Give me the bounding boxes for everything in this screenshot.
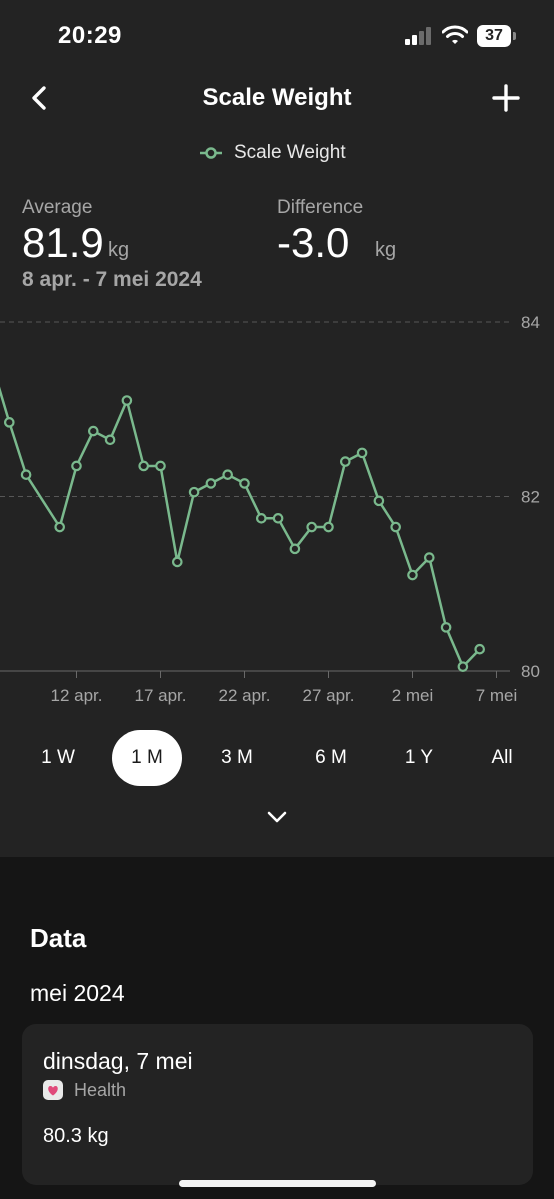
range-tabs: 1 W 1 M 3 M 6 M 1 Y All (0, 730, 554, 790)
entry-date: dinsdag, 7 mei (43, 1048, 193, 1074)
data-point (306, 521, 317, 533)
home-indicator[interactable] (179, 1180, 376, 1187)
status-time: 20:29 (58, 22, 122, 49)
range-tab-1m[interactable]: 1 M (112, 730, 182, 786)
plus-icon[interactable] (488, 80, 524, 116)
data-point (255, 513, 267, 524)
average-label: Average (22, 197, 93, 218)
range-tab-all[interactable]: All (466, 730, 538, 786)
data-point (239, 478, 250, 489)
y-tick-label: 82 (521, 488, 540, 507)
data-point (172, 556, 183, 568)
legend-label: Scale Weight (234, 142, 346, 163)
weight-line-chart[interactable]: 84 82 80 12 apr. 17 apr. 22 apr. 27 apr. 2 mei 7… (0, 300, 554, 720)
page-title: Scale Weight (202, 84, 352, 111)
data-point (457, 661, 469, 672)
difference-value: -3.0 (277, 219, 350, 266)
data-entry-card[interactable]: dinsdag, 7 mei Health 80.3 kg (22, 1024, 533, 1185)
data-point (356, 447, 368, 459)
y-tick-label: 80 (521, 662, 540, 681)
entry-value: 80.3 kg (43, 1125, 109, 1147)
x-tick-label: 27 apr. (303, 686, 355, 705)
data-point (339, 456, 351, 467)
legend-line-marker-icon (200, 147, 222, 159)
data-point (71, 460, 82, 472)
data-point (390, 521, 401, 533)
battery-level: 37 (485, 27, 503, 44)
data-point (155, 460, 166, 472)
data-point (104, 434, 116, 446)
data-point (88, 425, 99, 437)
data-point (272, 513, 284, 524)
data-point (138, 460, 149, 472)
data-point (4, 417, 15, 428)
data-point (20, 469, 32, 480)
date-range: 8 apr. - 7 mei 2024 (22, 268, 202, 291)
difference-unit: kg (375, 239, 397, 261)
x-tick-label: 17 apr. (135, 686, 187, 705)
average-value: 81.9 (22, 219, 104, 266)
x-tick-label: 12 apr. (51, 686, 103, 705)
data-heading: Data (30, 923, 87, 953)
series-line (0, 386, 481, 668)
range-tab-1y[interactable]: 1 Y (382, 730, 456, 786)
heart-icon (43, 1080, 63, 1100)
chevron-down-icon[interactable] (264, 806, 290, 828)
status-bar: 20:29 37 (0, 0, 554, 74)
month-heading: mei 2024 (30, 980, 125, 1006)
battery-icon: 37 (477, 25, 517, 47)
signal-icon (405, 27, 431, 45)
range-tab-6m[interactable]: 6 M (294, 730, 368, 786)
entry-source: Health (74, 1080, 127, 1100)
x-tick-label: 2 mei (392, 686, 434, 705)
data-point (440, 622, 452, 633)
data-point (188, 486, 200, 498)
wifi-icon (442, 25, 468, 44)
data-point (121, 395, 133, 406)
data-point (423, 552, 435, 563)
x-tick-label: 7 mei (476, 686, 518, 705)
data-point (323, 521, 334, 533)
data-point (289, 543, 301, 555)
data-point (54, 521, 65, 533)
y-tick-label: 84 (521, 313, 540, 332)
data-point (222, 469, 233, 480)
data-point (407, 569, 418, 581)
x-tick-label: 22 apr. (219, 686, 271, 705)
data-point (205, 478, 217, 489)
range-tab-1w[interactable]: 1 W (22, 730, 94, 786)
chart-legend: Scale Weight (200, 140, 346, 166)
difference-label: Difference (277, 197, 364, 218)
average-unit: kg (108, 239, 130, 261)
range-tab-3m[interactable]: 3 M (200, 730, 274, 786)
data-point (373, 495, 385, 507)
data-point (474, 643, 485, 655)
